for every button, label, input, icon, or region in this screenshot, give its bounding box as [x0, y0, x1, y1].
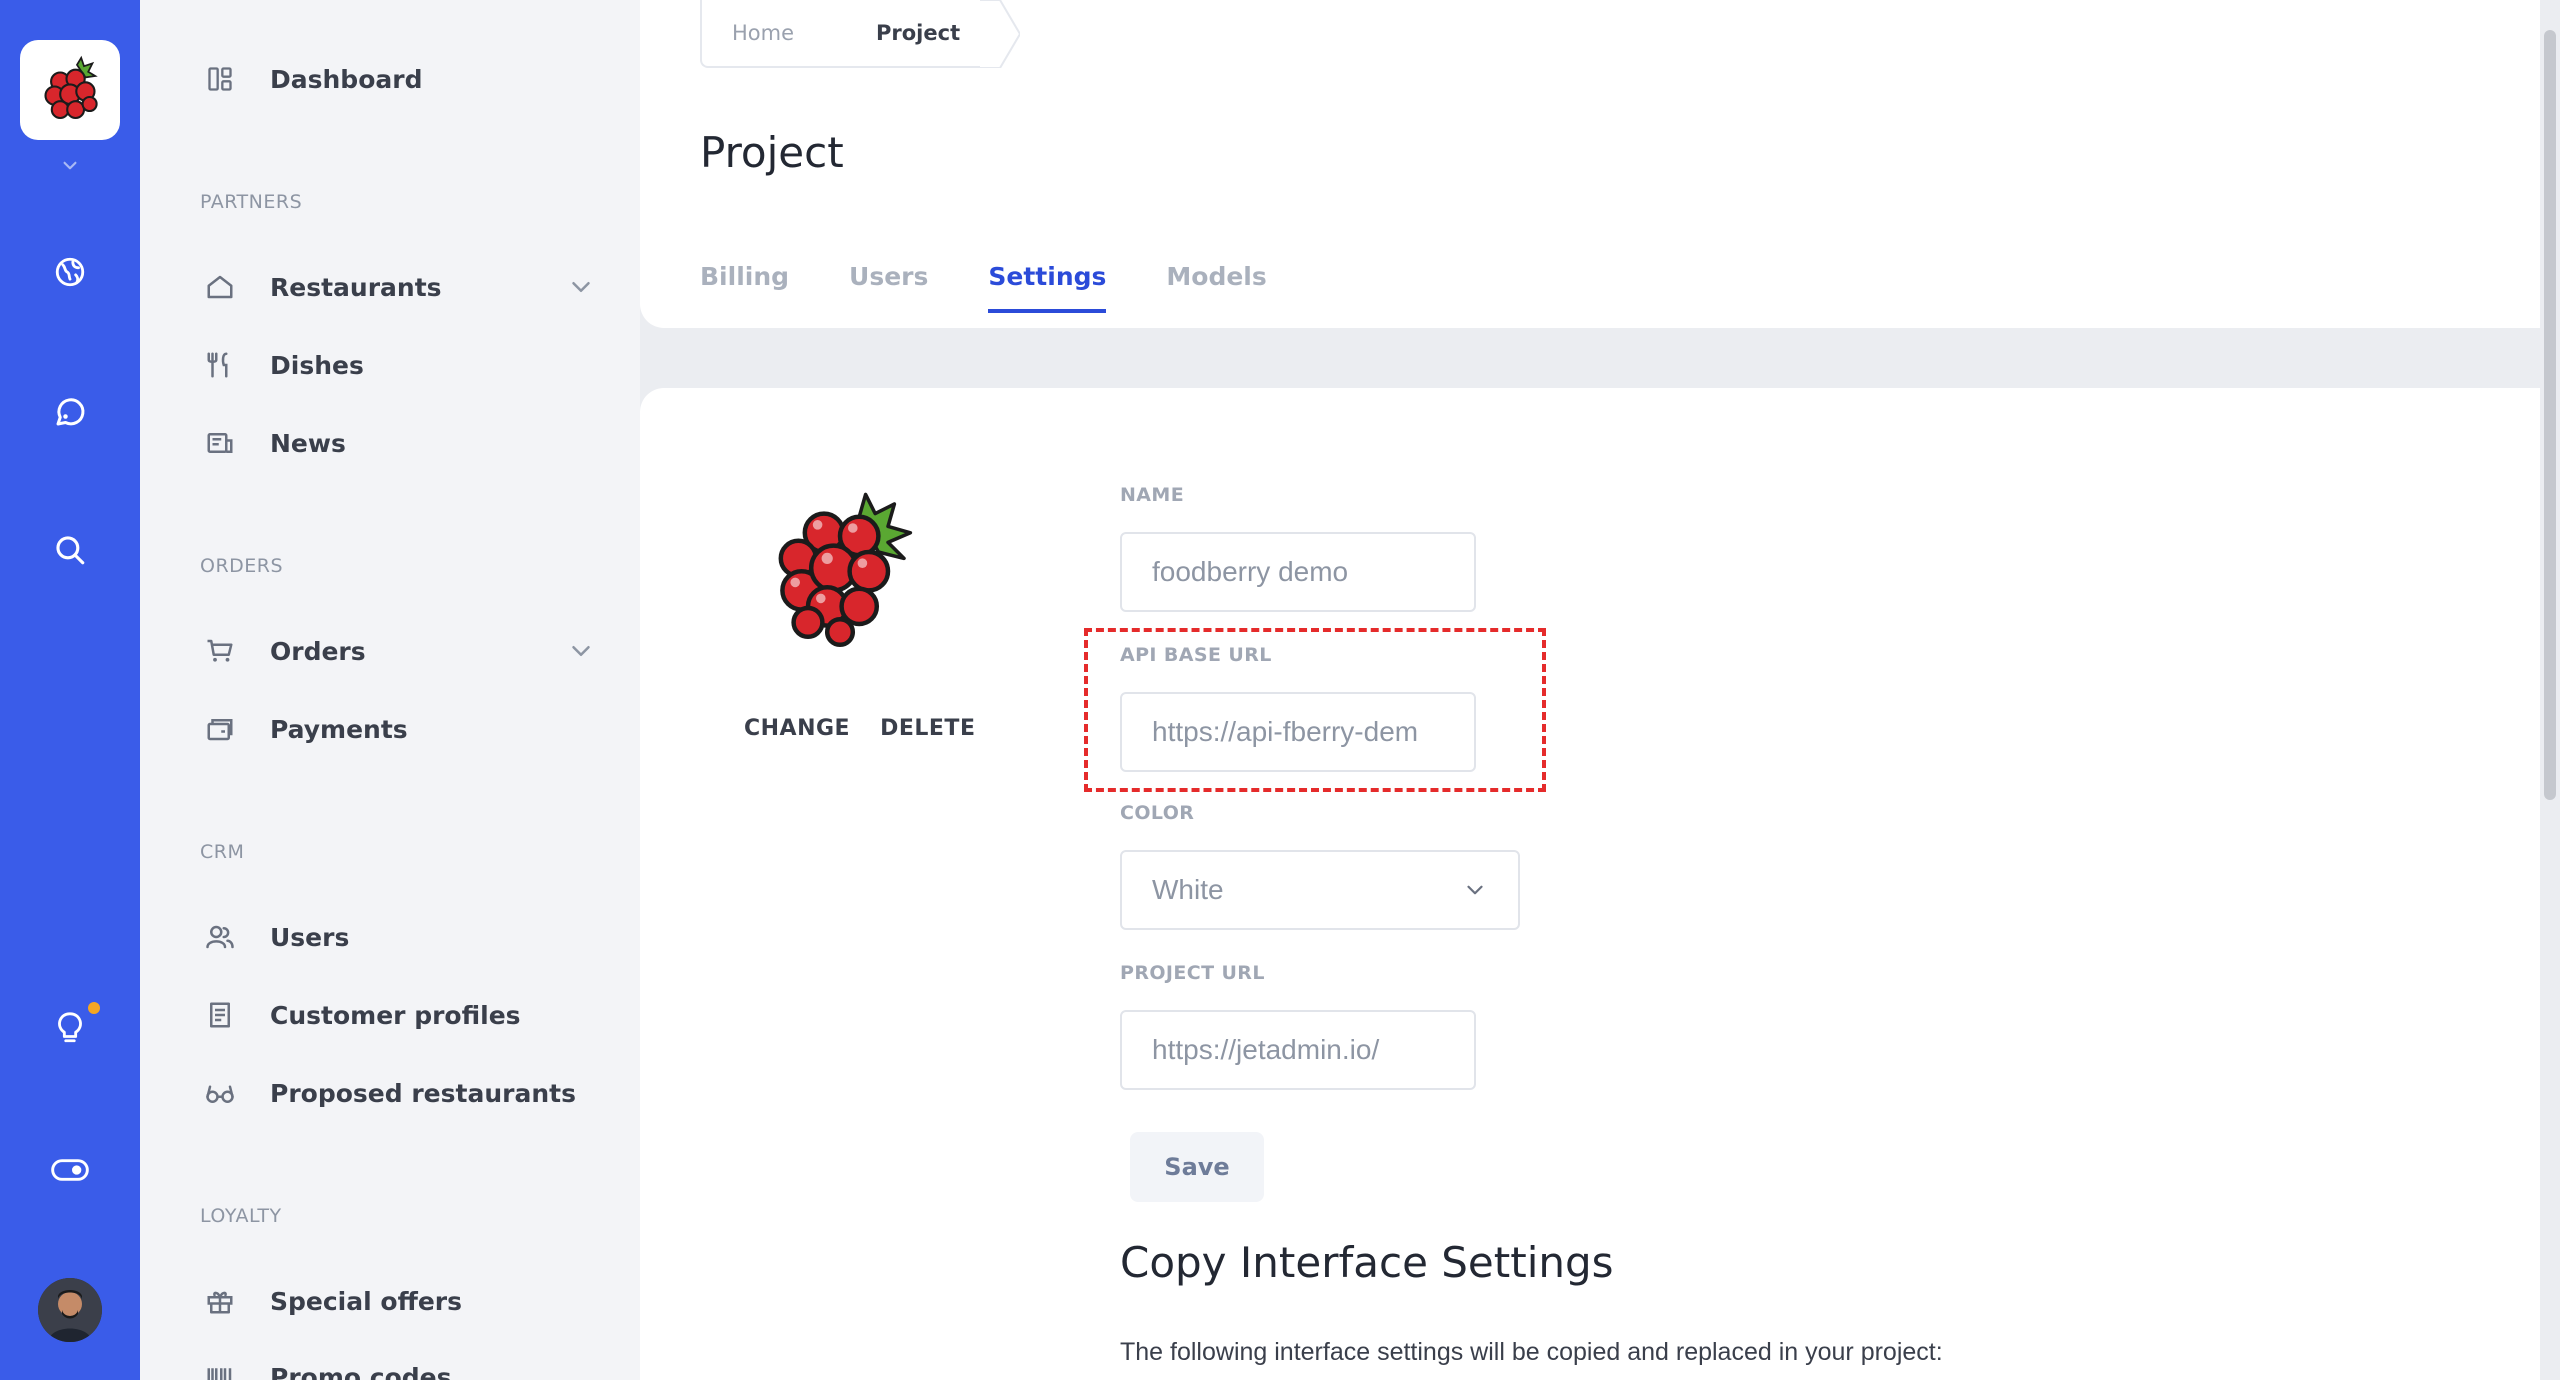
user-avatar[interactable] [38, 1278, 102, 1342]
sidebar-item-restaurants[interactable]: Restaurants [200, 262, 442, 312]
sidebar-item-news[interactable]: News [200, 418, 346, 468]
section-title-loyalty: LOYALTY [200, 1205, 282, 1227]
barcode-icon [200, 1357, 240, 1380]
sidebar-item-label: News [270, 428, 346, 458]
receipt-icon [200, 995, 240, 1035]
home-icon [200, 267, 240, 307]
api-base-url-label: API BASE URL [1120, 644, 1272, 666]
sidebar-item-dishes[interactable]: Dishes [200, 340, 364, 390]
chevron-down-icon[interactable] [566, 636, 596, 666]
sidebar-item-label: Restaurants [270, 272, 442, 302]
sidebar-item-label: Dishes [270, 350, 364, 380]
icon-rail [0, 0, 140, 1380]
tab-billing[interactable]: Billing [700, 262, 789, 313]
lightbulb-icon[interactable] [50, 1008, 90, 1048]
cart-icon [200, 631, 240, 671]
color-select-value: White [1152, 874, 1224, 905]
breadcrumb-current: Project [820, 0, 980, 68]
project-url-field[interactable]: https://jetadmin.io/ [1120, 1010, 1476, 1090]
newspaper-icon [200, 423, 240, 463]
scrollbar-thumb[interactable] [2544, 30, 2556, 800]
project-url-label: PROJECT URL [1120, 962, 1265, 984]
sidebar-item-label: Orders [270, 636, 366, 666]
search-icon[interactable] [50, 530, 90, 570]
color-select[interactable]: White [1120, 850, 1520, 930]
tab-bar: Billing Users Settings Models [700, 262, 1327, 313]
chat-icon[interactable] [50, 392, 90, 432]
sidebar-item-payments[interactable]: Payments [200, 704, 408, 754]
name-label: NAME [1120, 484, 1185, 506]
chevron-down-icon [1467, 885, 1483, 895]
sidebar-item-proposed-restaurants[interactable]: Proposed restaurants [200, 1068, 576, 1118]
delete-logo-button[interactable]: DELETE [880, 716, 975, 741]
settings-panel: CHANGE DELETE NAME foodberry demo API BA… [640, 388, 2540, 1380]
copy-settings-heading: Copy Interface Settings [1120, 1238, 1614, 1287]
change-logo-button[interactable]: CHANGE [744, 716, 850, 741]
toggle-icon[interactable] [50, 1150, 90, 1190]
chevron-down-icon[interactable] [57, 152, 83, 178]
users-icon [200, 917, 240, 957]
glasses-icon [200, 1073, 240, 1113]
gift-icon [200, 1281, 240, 1321]
sidebar-item-customer-profiles[interactable]: Customer profiles [200, 990, 521, 1040]
section-title-partners: PARTNERS [200, 191, 303, 213]
tab-users[interactable]: Users [849, 262, 928, 313]
sidebar-item-label: Promo codes [270, 1362, 452, 1380]
sidebar-item-label: Payments [270, 714, 408, 744]
dashboard-icon [200, 59, 240, 99]
page-header: Home Project Project Billing Users Setti… [640, 0, 2540, 328]
sidebar-item-label: Dashboard [270, 64, 423, 94]
tab-models[interactable]: Models [1166, 262, 1266, 313]
sidebar-item-orders[interactable]: Orders [200, 626, 366, 676]
chevron-down-icon[interactable] [566, 272, 596, 302]
tab-settings[interactable]: Settings [988, 262, 1107, 313]
sidebar-item-promo-codes[interactable]: Promo codes [200, 1352, 451, 1380]
name-field[interactable]: foodberry demo [1120, 532, 1476, 612]
color-label: COLOR [1120, 802, 1195, 824]
section-title-crm: CRM [200, 841, 245, 863]
globe-icon[interactable] [50, 252, 90, 292]
sidebar-item-label: Proposed restaurants [270, 1078, 576, 1108]
project-logo-image [778, 492, 913, 648]
breadcrumb-home[interactable]: Home [700, 0, 820, 68]
page-scrollbar[interactable] [2540, 0, 2560, 1380]
page-title: Project [700, 128, 844, 177]
breadcrumb-separator [980, 0, 1020, 68]
notification-dot [88, 1002, 100, 1014]
breadcrumb: Home Project [700, 0, 1020, 68]
sidebar-item-users[interactable]: Users [200, 912, 349, 962]
section-title-orders: ORDERS [200, 555, 284, 577]
save-button[interactable]: Save [1130, 1132, 1264, 1202]
copy-settings-description: The following interface settings will be… [1120, 1338, 1943, 1366]
logo-actions: CHANGE DELETE [744, 716, 1005, 741]
sidebar-item-special-offers[interactable]: Special offers [200, 1276, 462, 1326]
cutlery-icon [200, 345, 240, 385]
sidebar-item-label: Special offers [270, 1286, 462, 1316]
api-base-url-field[interactable]: https://api-fberry-dem [1120, 692, 1476, 772]
wallet-icon [200, 709, 240, 749]
sidebar-item-label: Users [270, 922, 350, 952]
app-logo-button[interactable] [20, 40, 120, 140]
raspberry-logo-icon [44, 55, 98, 120]
sidebar-item-label: Customer profiles [270, 1000, 521, 1030]
sidebar-item-dashboard[interactable]: Dashboard [200, 54, 422, 104]
sidebar: Dashboard PARTNERS Restaurants Dishes Ne… [140, 0, 640, 1380]
